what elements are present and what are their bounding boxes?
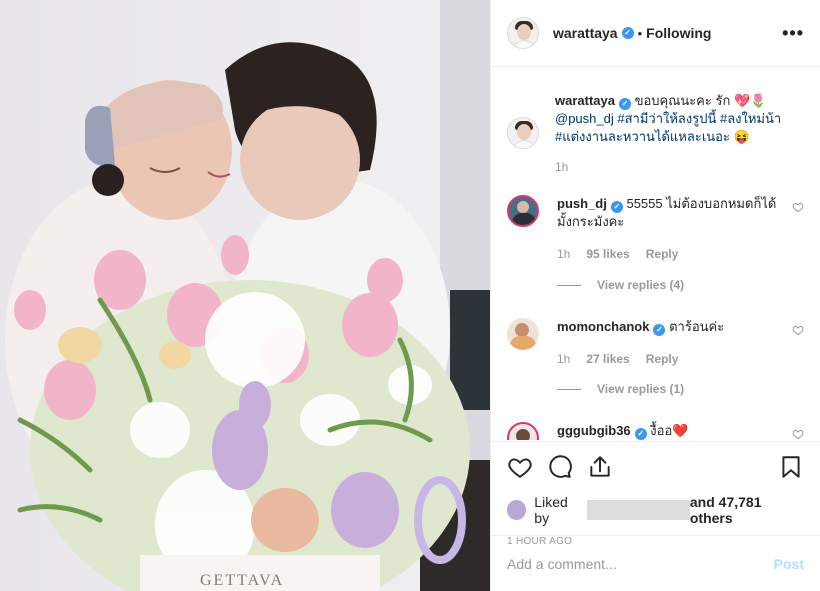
verified-icon: ✓	[610, 201, 623, 213]
author-avatar[interactable]	[507, 17, 539, 49]
comment-avatar[interactable]	[507, 422, 539, 440]
post-actions: Liked by and 47,781 others 1 HOUR AGO	[491, 441, 820, 547]
likes-count-link[interactable]: and 47,781 others	[690, 494, 804, 526]
comment-username[interactable]: momonchanok	[557, 319, 649, 334]
caption-username[interactable]: warattaya	[555, 93, 615, 108]
photo-brand-text: GETTAVA	[200, 572, 284, 589]
divider-line	[557, 284, 581, 286]
comment-text: งื้ออ❤️	[650, 423, 689, 438]
reply-button[interactable]: Reply	[646, 245, 679, 263]
like-comment-icon[interactable]	[792, 201, 804, 213]
share-icon[interactable]	[587, 454, 613, 480]
comment-row: push_dj ✓ 55555 ไม่ต้องบอกหมดก็ได้มั้งกระ…	[507, 195, 804, 263]
caption-text: ขอบคุณนะคะ รัก 💖🌷	[634, 93, 767, 108]
view-replies-button[interactable]: View replies (1)	[557, 382, 684, 396]
liker-avatar[interactable]	[507, 500, 527, 520]
author-username[interactable]: warattaya	[553, 25, 618, 41]
comment-likes[interactable]: 95 likes	[586, 245, 629, 263]
verified-icon: ✓	[653, 324, 666, 336]
caption-hashtags[interactable]: #สามีว่าให้ลงรูปนี้ #ลงใหม่น้า	[617, 111, 781, 126]
comment-text: ตาร้อนค่ะ	[669, 319, 725, 334]
caption-hashtags-2[interactable]: #แต่งงานละหวานได้แหละเนอะ 😝	[555, 128, 804, 146]
view-replies-label[interactable]: View replies (1)	[597, 382, 684, 396]
reply-button[interactable]: Reply	[646, 350, 679, 368]
divider-line	[557, 388, 581, 390]
caption-row: warattaya ✓ ขอบคุณนะคะ รัก 💖🌷 @push_dj #ส…	[507, 92, 804, 176]
comment-avatar[interactable]	[507, 318, 539, 350]
add-comment-bar: Post	[491, 535, 820, 591]
post-header: warattaya ✓ • Following •••	[491, 0, 820, 67]
comment-row: gggubgib36 ✓ งื้ออ❤️	[507, 422, 804, 440]
comment-row: momonchanok ✓ ตาร้อนค่ะ 1h 27 likes Reply	[507, 318, 804, 368]
view-replies-label[interactable]: View replies (4)	[597, 278, 684, 292]
liked-by: Liked by and 47,781 others	[507, 494, 804, 526]
post-comment-button[interactable]: Post	[774, 556, 804, 572]
verified-icon: ✓	[618, 98, 631, 110]
comment-likes[interactable]: 27 likes	[586, 350, 629, 368]
verified-icon: ✓	[634, 428, 647, 440]
bookmark-icon[interactable]	[778, 454, 804, 480]
comments-list[interactable]: warattaya ✓ ขอบคุณนะคะ รัก 💖🌷 @push_dj #ส…	[491, 68, 820, 440]
comment-bubble-icon[interactable]	[547, 454, 573, 480]
verified-icon: ✓	[621, 27, 634, 39]
liked-by-prefix: Liked by	[534, 494, 568, 526]
like-heart-icon[interactable]	[507, 454, 533, 480]
more-options-icon[interactable]: •••	[782, 24, 804, 42]
view-replies-button[interactable]: View replies (4)	[557, 278, 684, 292]
separator-dot: •	[637, 25, 643, 41]
comment-time: 1h	[557, 247, 571, 261]
caption-time: 1h	[555, 160, 569, 174]
add-comment-input[interactable]	[507, 555, 774, 572]
redacted-username	[586, 500, 690, 520]
caption-mention[interactable]: @push_dj	[555, 111, 614, 126]
comment-time: 1h	[557, 352, 571, 366]
comment-username[interactable]: push_dj	[557, 196, 607, 211]
post-image: GETTAVA	[0, 0, 490, 591]
comment-username[interactable]: gggubgib36	[557, 423, 631, 438]
post-photo[interactable]: GETTAVA	[0, 0, 490, 591]
following-button[interactable]: Following	[646, 25, 711, 41]
like-comment-icon[interactable]	[792, 324, 804, 336]
comment-avatar[interactable]	[507, 195, 539, 227]
post-side-panel: warattaya ✓ • Following ••• warattaya ✓ ข…	[490, 0, 820, 591]
like-comment-icon[interactable]	[792, 428, 804, 440]
caption-avatar[interactable]	[507, 117, 539, 149]
